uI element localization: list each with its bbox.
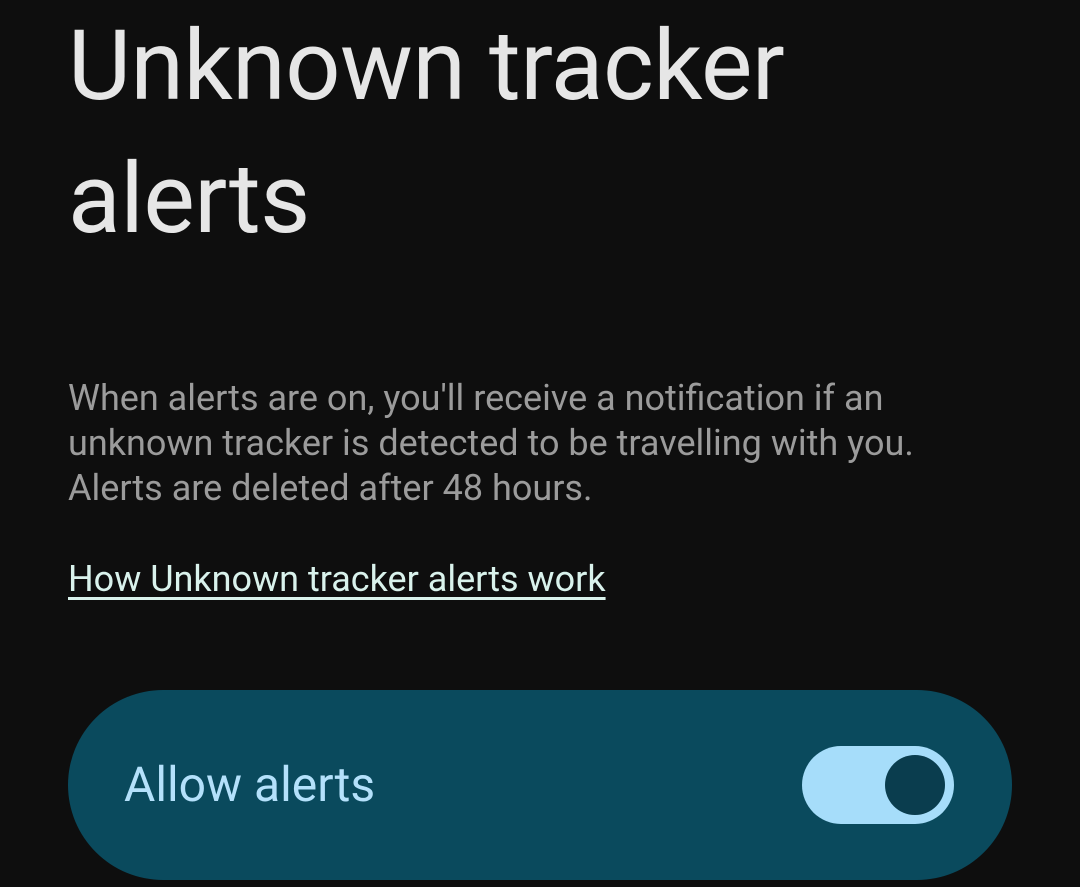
allow-alerts-toggle-row[interactable]: Allow alerts xyxy=(68,690,1012,880)
how-it-works-link[interactable]: How Unknown tracker alerts work xyxy=(68,558,606,600)
toggle-thumb xyxy=(885,755,945,815)
toggle-label: Allow alerts xyxy=(124,756,375,813)
settings-page: Unknown tracker alerts When alerts are o… xyxy=(0,0,1080,880)
page-description: When alerts are on, you'll receive a not… xyxy=(68,376,1012,512)
page-title: Unknown tracker alerts xyxy=(68,0,1012,266)
toggle-switch[interactable] xyxy=(802,746,954,824)
